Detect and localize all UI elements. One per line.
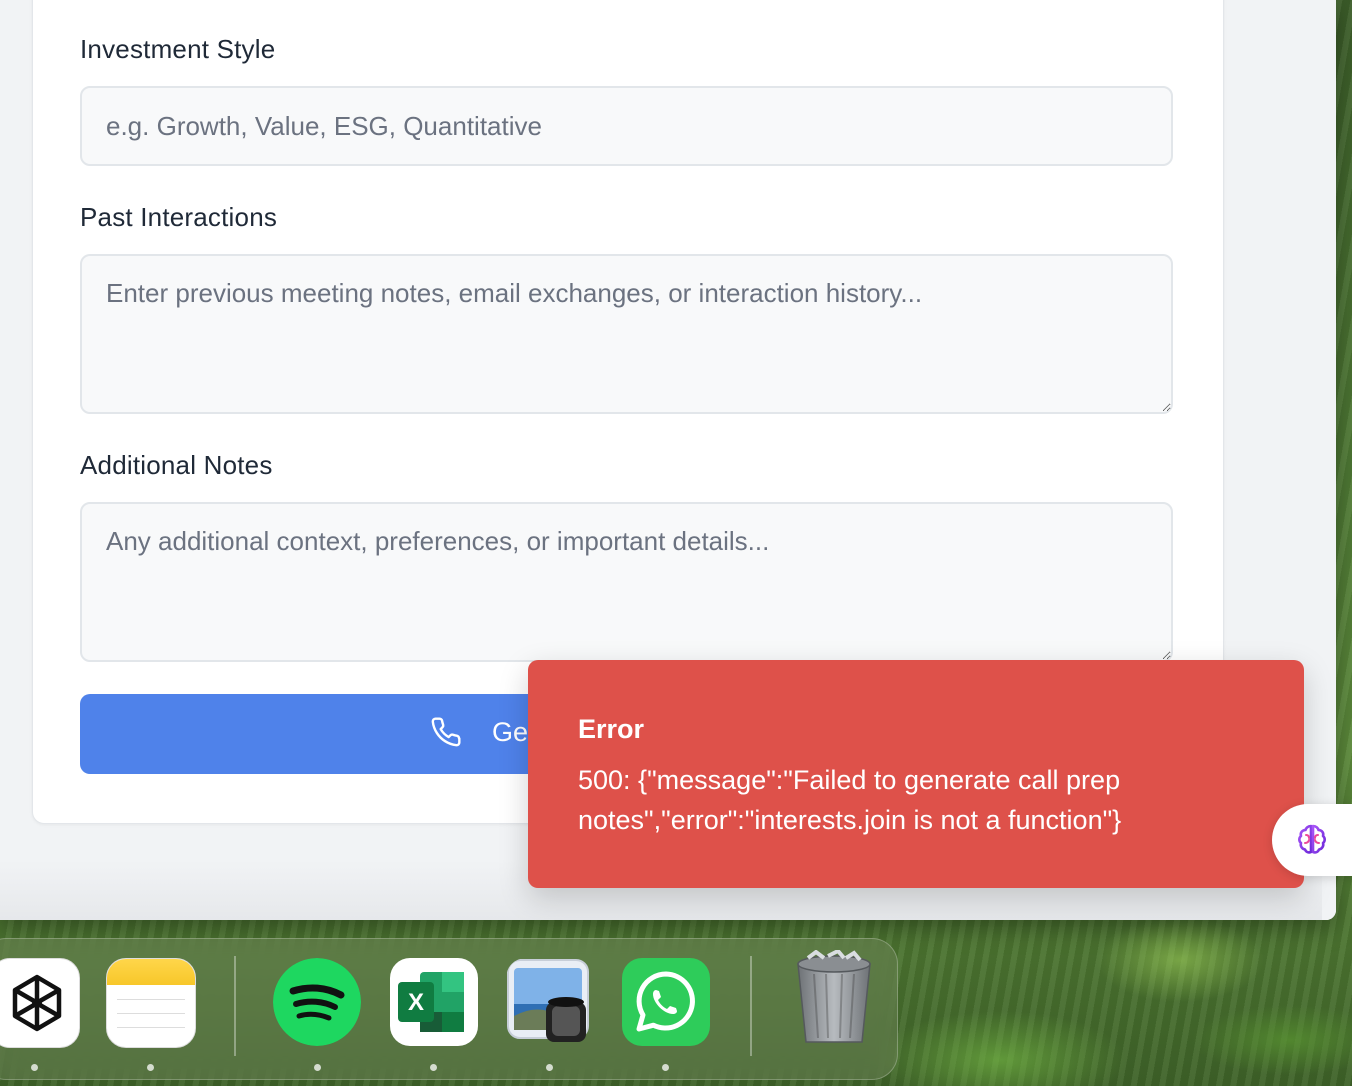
dock-separator [750, 956, 752, 1056]
dock-running-indicator [546, 1064, 553, 1071]
whatsapp-icon [636, 971, 695, 1032]
dock-spotify[interactable] [273, 958, 361, 1046]
ai-assistant-button[interactable] [1272, 804, 1352, 876]
button-content: Ge [430, 716, 528, 748]
notes-icon [107, 959, 195, 1047]
brain-icon [1298, 824, 1326, 854]
scrollbar-track [1322, 0, 1336, 920]
dock-running-indicator [147, 1064, 154, 1071]
spotify-icon [273, 958, 361, 1046]
past-interactions-label: Past Interactions [80, 202, 278, 232]
excel-letter: X [408, 989, 424, 1016]
dock-notes[interactable] [106, 958, 196, 1048]
error-toast[interactable]: Error 500: {"message":"Failed to generat… [528, 660, 1304, 888]
toast-message: 500: {"message":"Failed to generate call… [578, 765, 1122, 835]
preview-icon [507, 959, 589, 1042]
dock-running-indicator [662, 1064, 669, 1071]
dock-whatsapp[interactable] [622, 958, 710, 1046]
dock-preview[interactable] [506, 958, 594, 1046]
trash-icon [797, 950, 871, 1043]
dock-separator [234, 956, 236, 1056]
dock-running-indicator [314, 1064, 321, 1071]
dock-running-indicator [31, 1064, 38, 1071]
dock-chatgpt[interactable] [0, 958, 80, 1048]
dock-running-indicator [430, 1064, 437, 1071]
openai-icon [12, 974, 62, 1032]
additional-notes-textarea[interactable] [80, 502, 1173, 662]
generate-button-label: Ge [492, 716, 529, 747]
excel-icon: X [398, 972, 464, 1032]
dock-excel[interactable]: X [390, 958, 478, 1046]
additional-notes-label: Additional Notes [80, 450, 273, 480]
phone-icon [431, 717, 461, 747]
toast-title: Error [578, 714, 645, 744]
past-interactions-textarea[interactable] [80, 254, 1173, 414]
dock-trash[interactable] [790, 950, 878, 1046]
investment-style-label: Investment Style [80, 34, 276, 64]
investment-style-input[interactable] [80, 86, 1173, 166]
